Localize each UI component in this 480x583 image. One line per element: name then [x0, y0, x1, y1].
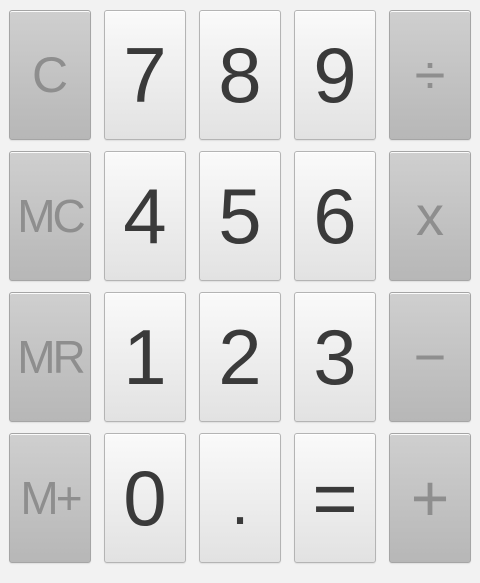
clear-button-label: C: [31, 47, 69, 103]
multiply-button[interactable]: x: [389, 151, 471, 281]
digit-8-button[interactable]: 8: [199, 10, 281, 140]
divide-label: ÷: [414, 43, 446, 106]
add-button[interactable]: +: [389, 433, 471, 563]
digit-7-button[interactable]: 7: [104, 10, 186, 140]
digit-0-button[interactable]: 0: [104, 433, 186, 563]
memory-clear-button[interactable]: MC: [9, 151, 91, 281]
digit-5-label: 5: [218, 172, 262, 260]
digit-3-label: 3: [313, 313, 357, 401]
subtract-button[interactable]: −: [389, 292, 471, 422]
equals-button[interactable]: =: [294, 433, 376, 563]
memory-add-label: M+: [20, 472, 82, 524]
decimal-point-button[interactable]: .: [199, 433, 281, 563]
memory-recall-button[interactable]: MR: [9, 292, 91, 422]
equals-label: =: [312, 454, 358, 542]
digit-2-button[interactable]: 2: [199, 292, 281, 422]
digit-6-button[interactable]: 6: [294, 151, 376, 281]
digit-6-label: 6: [313, 172, 357, 260]
digit-5-button[interactable]: 5: [199, 151, 281, 281]
digit-0-label: 0: [123, 454, 167, 542]
digit-1-button[interactable]: 1: [104, 292, 186, 422]
digit-8-label: 8: [218, 31, 262, 119]
add-label: +: [410, 461, 450, 535]
calculator-keypad: C 7 8 9 ÷ MC 4 5 6 x MR 1 2 3 − M+ 0 . =…: [0, 0, 480, 583]
digit-9-label: 9: [313, 31, 357, 119]
decimal-point-label: .: [231, 466, 249, 538]
digit-7-label: 7: [123, 31, 167, 119]
divide-button[interactable]: ÷: [389, 10, 471, 140]
digit-1-label: 1: [123, 313, 167, 401]
digit-4-button[interactable]: 4: [104, 151, 186, 281]
digit-2-label: 2: [218, 313, 262, 401]
digit-4-label: 4: [123, 172, 167, 260]
digit-9-button[interactable]: 9: [294, 10, 376, 140]
subtract-label: −: [413, 325, 447, 388]
digit-3-button[interactable]: 3: [294, 292, 376, 422]
multiply-label: x: [416, 184, 444, 247]
memory-add-button[interactable]: M+: [9, 433, 91, 563]
memory-recall-label: MR: [17, 331, 86, 383]
clear-button[interactable]: C: [9, 10, 91, 140]
memory-clear-label: MC: [17, 190, 86, 242]
